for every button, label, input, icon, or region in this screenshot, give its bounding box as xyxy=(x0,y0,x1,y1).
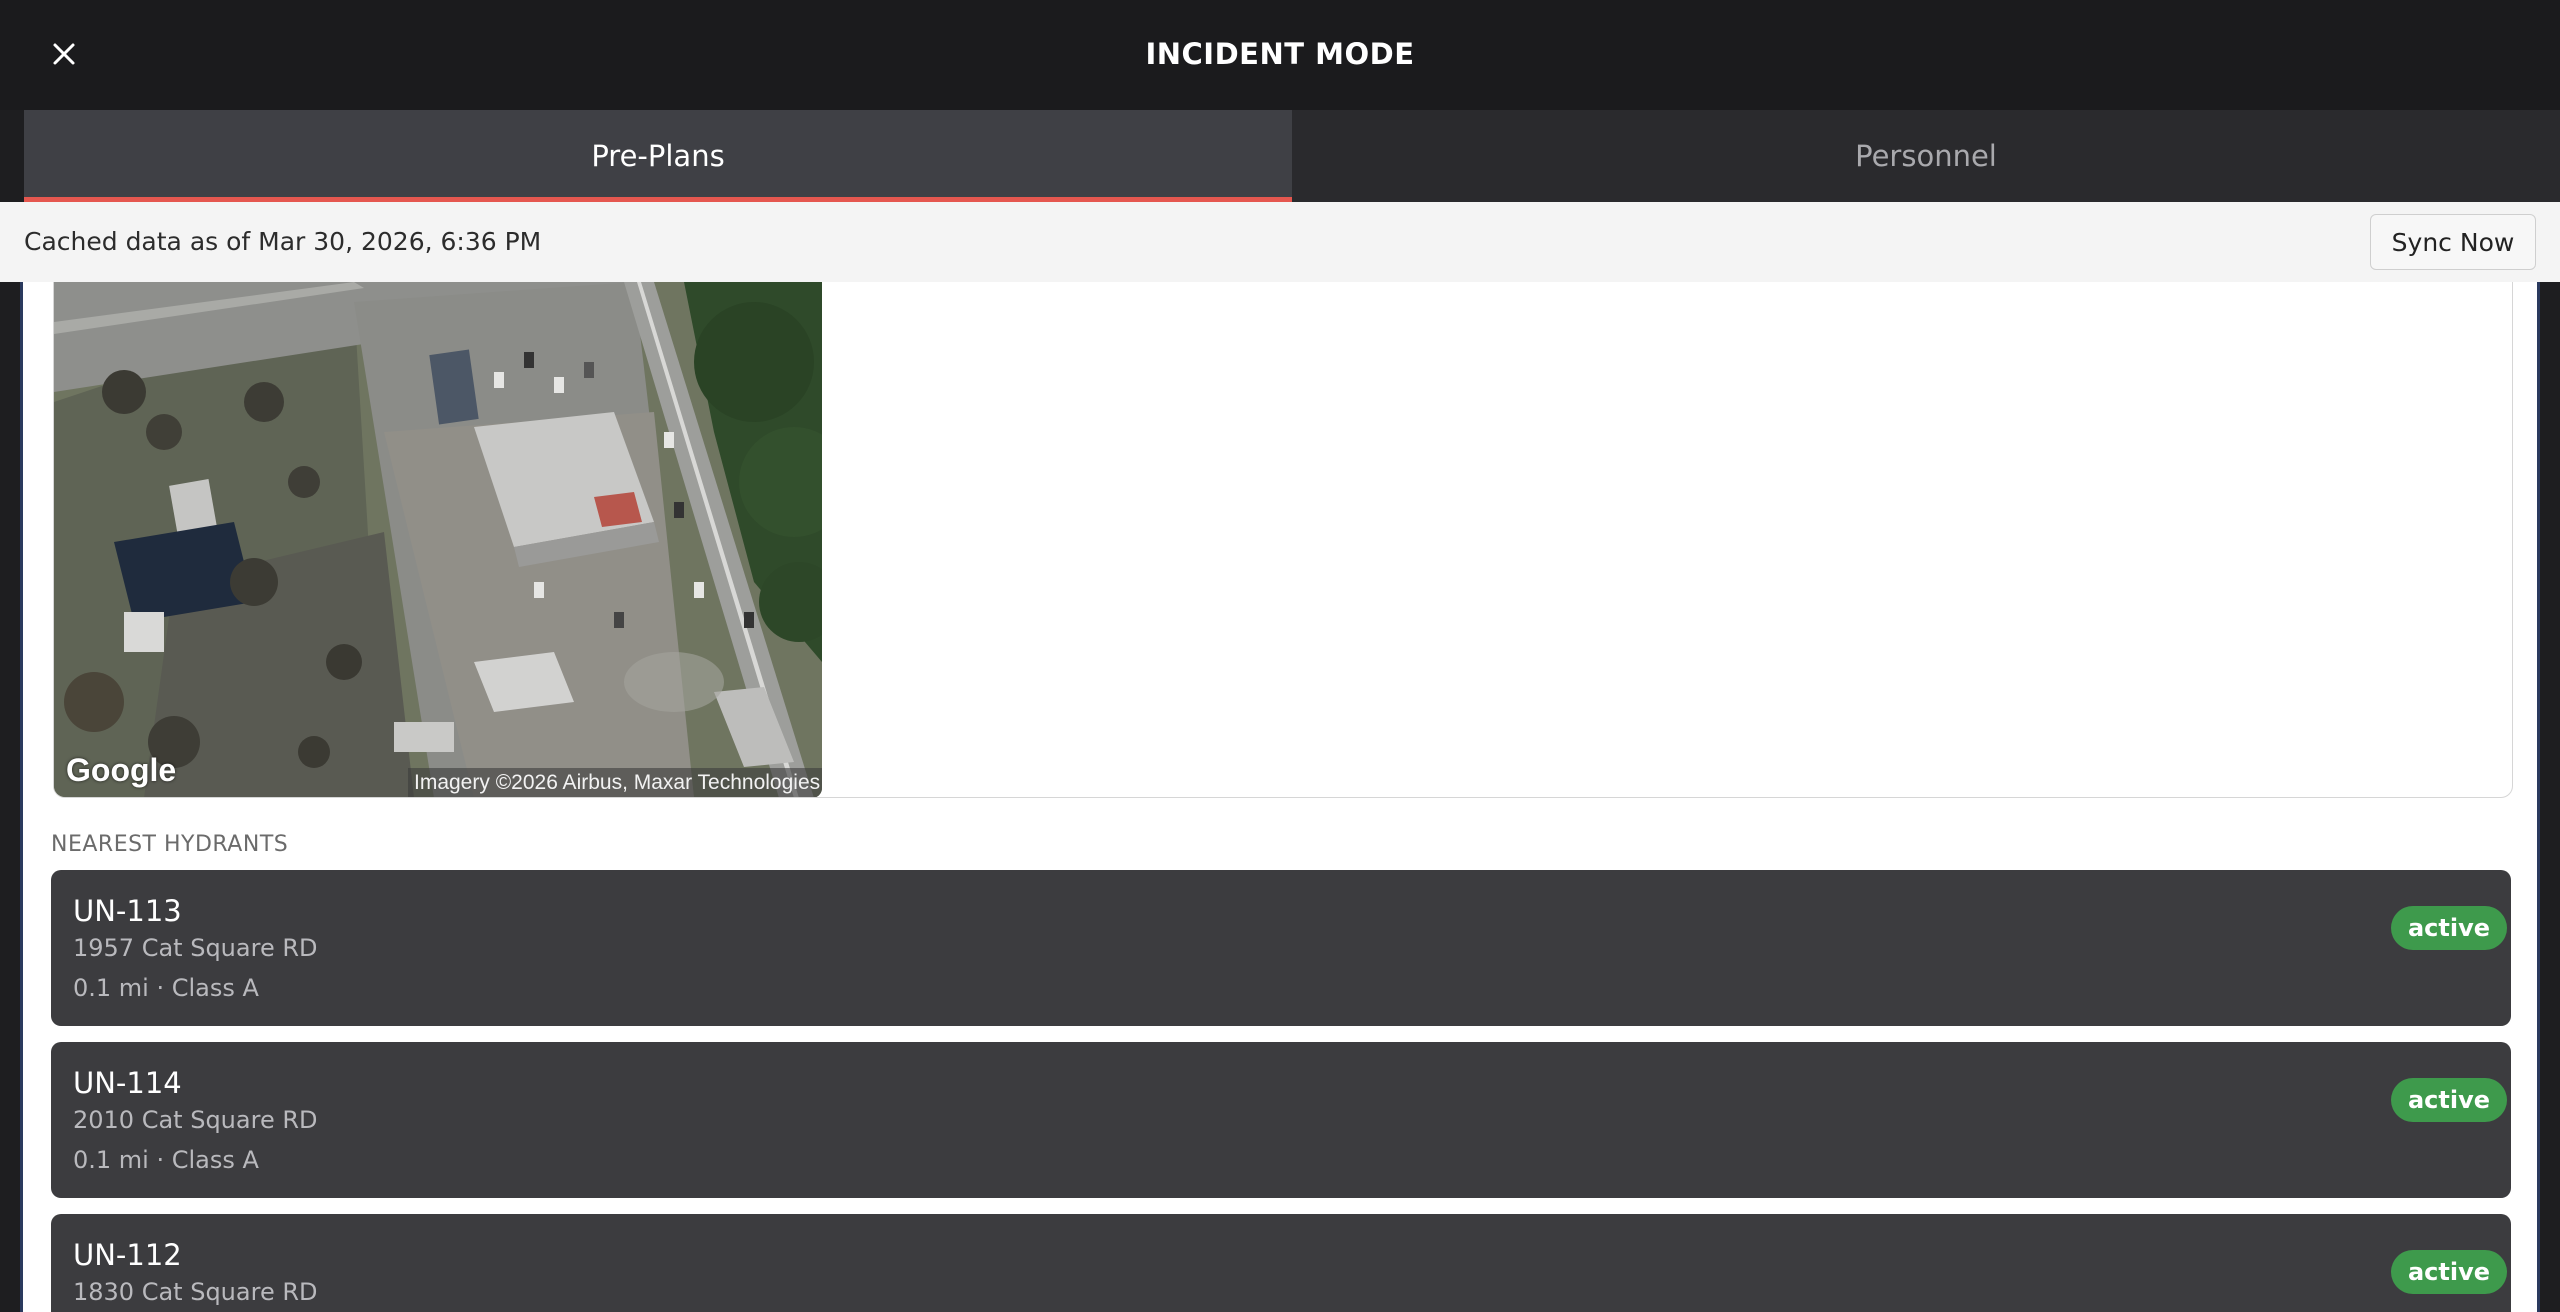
hydrant-id: UN-113 xyxy=(73,894,182,928)
tab-bar: Pre-Plans Personnel xyxy=(24,110,2560,202)
satellite-map[interactable]: Google Imagery ©2026 Airbus, Maxar Techn… xyxy=(54,282,822,797)
status-badge: active xyxy=(2391,1078,2507,1122)
app-header: INCIDENT MODE xyxy=(0,0,2560,110)
tab-personnel[interactable]: Personnel xyxy=(1292,110,2560,202)
pre-plan-content[interactable]: Google Imagery ©2026 Airbus, Maxar Techn… xyxy=(20,282,2540,1312)
hydrant-address: 1957 Cat Square RD xyxy=(73,934,318,962)
status-badge: active xyxy=(2391,1250,2507,1294)
hydrant-card[interactable]: UN-114 2010 Cat Square RD 0.1 mi · Class… xyxy=(51,1042,2511,1198)
hydrant-card[interactable]: UN-112 1830 Cat Square RD active xyxy=(51,1214,2511,1312)
hydrant-address: 1830 Cat Square RD xyxy=(73,1278,318,1306)
nearest-hydrants-heading: NEAREST HYDRANTS xyxy=(51,832,289,857)
google-logo: Google xyxy=(66,752,177,788)
hydrant-id: UN-114 xyxy=(73,1066,182,1100)
hydrant-card[interactable]: UN-113 1957 Cat Square RD 0.1 mi · Class… xyxy=(51,870,2511,1026)
status-badge: active xyxy=(2391,906,2507,950)
sync-bar: Cached data as of Mar 30, 2026, 6:36 PM … xyxy=(0,202,2560,282)
tab-pre-plans[interactable]: Pre-Plans xyxy=(24,110,1292,202)
hydrant-id: UN-112 xyxy=(73,1238,182,1272)
hydrant-meta: 0.1 mi · Class A xyxy=(73,1146,259,1174)
cache-status-text: Cached data as of Mar 30, 2026, 6:36 PM xyxy=(24,227,542,256)
hydrant-address: 2010 Cat Square RD xyxy=(73,1106,318,1134)
sync-now-button[interactable]: Sync Now xyxy=(2370,214,2536,270)
page-title: INCIDENT MODE xyxy=(1145,37,1415,71)
imagery-credit: Imagery ©2026 Airbus, Maxar Technologies xyxy=(408,768,822,797)
satellite-imagery xyxy=(54,282,822,797)
map-card: Google Imagery ©2026 Airbus, Maxar Techn… xyxy=(53,282,2513,798)
hydrant-meta: 0.1 mi · Class A xyxy=(73,974,259,1002)
